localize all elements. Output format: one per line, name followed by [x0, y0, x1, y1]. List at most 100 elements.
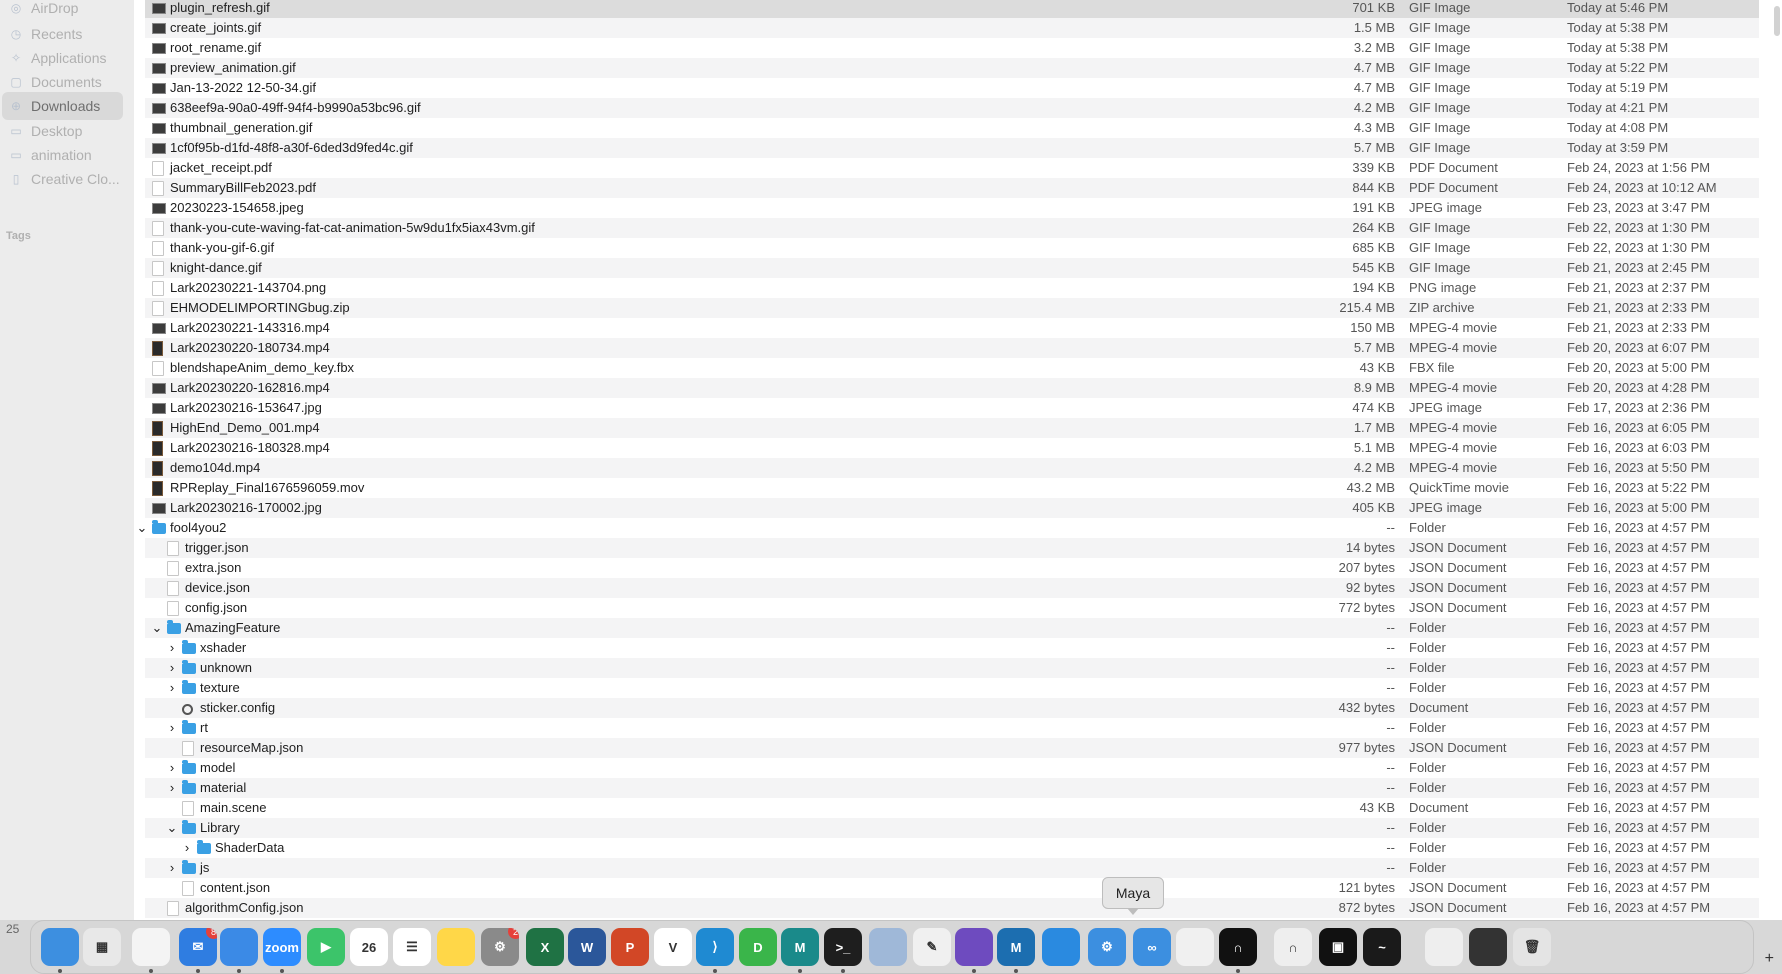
reminders-icon[interactable]: ☰	[393, 928, 431, 966]
disclosure-collapsed-icon[interactable]: ›	[166, 858, 178, 878]
file-row[interactable]: jacket_receipt.pdf 339 KB PDF Document Feb …	[145, 158, 1759, 178]
file-row[interactable]: › model -- Folder Feb 16, 2023 at 4:57 PM	[145, 758, 1759, 778]
file-row[interactable]: ⌄ Library -- Folder Feb 16, 2023 at 4:57 PM	[145, 818, 1759, 838]
github-icon[interactable]	[955, 928, 993, 966]
maya-alt-icon[interactable]: M	[997, 928, 1035, 966]
file-row[interactable]: Lark20230221-143316.mp4 150 MB MPEG-4 movi…	[145, 318, 1759, 338]
file-row[interactable]: › unknown -- Folder Feb 16, 2023 at 4:57 PM	[145, 658, 1759, 678]
file-row[interactable]: create_joints.gif 1.5 MB GIF Image Today at…	[145, 18, 1759, 38]
disclosure-collapsed-icon[interactable]: ›	[166, 718, 178, 738]
file-row[interactable]: main.scene 43 KB Document Feb 16, 2023 at 4…	[145, 798, 1759, 818]
sidebar-item-downloads[interactable]: ⊕ Downloads	[2, 92, 123, 120]
app-arch-icon[interactable]: ∩	[1219, 928, 1257, 966]
file-row[interactable]: Lark20230221-143704.png 194 KB PNG image Fe…	[145, 278, 1759, 298]
disclosure-expanded-icon[interactable]: ⌄	[151, 618, 163, 638]
app-v-icon[interactable]: V	[654, 928, 692, 966]
file-row[interactable]: content.json 121 bytes JSON Document Feb 16…	[145, 878, 1759, 898]
disclosure-collapsed-icon[interactable]: ›	[166, 638, 178, 658]
disclosure-collapsed-icon[interactable]: ›	[181, 838, 193, 858]
file-row[interactable]: › texture -- Folder Feb 16, 2023 at 4:57 PM	[145, 678, 1759, 698]
disclosure-collapsed-icon[interactable]: ›	[166, 758, 178, 778]
file-row[interactable]: thank-you-cute-waving-fat-cat-animation-…	[145, 218, 1759, 238]
maya-icon[interactable]: M	[781, 928, 819, 966]
file-row[interactable]: algorithmConfig.json 872 bytes JSON Docume…	[145, 898, 1759, 918]
file-row[interactable]: Jan-13-2022 12-50-34.gif 4.7 MB GIF Image T…	[145, 78, 1759, 98]
file-row[interactable]: plugin_refresh.gif 701 KB GIF Image Today a…	[145, 0, 1759, 18]
file-row[interactable]: knight-dance.gif 545 KB GIF Image Feb 21, 2…	[145, 258, 1759, 278]
terminal-icon[interactable]: >_	[824, 928, 862, 966]
folder-icon	[152, 520, 166, 534]
trash-icon[interactable]: 🗑	[1513, 928, 1551, 966]
file-row[interactable]: EHMODELIMPORTINGbug.zip 215.4 MB ZIP archi…	[145, 298, 1759, 318]
app-arch2-icon[interactable]: ∩	[1274, 928, 1312, 966]
file-row[interactable]: RPReplay_Final1676596059.mov 43.2 MB Quick…	[145, 478, 1759, 498]
powerpoint-icon[interactable]: P	[611, 928, 649, 966]
finder-icon[interactable]	[41, 928, 79, 966]
window1-icon[interactable]	[1425, 928, 1463, 966]
scrollbar[interactable]	[1774, 6, 1780, 36]
zoom-icon[interactable]: zoom	[263, 928, 301, 966]
file-row[interactable]: ⌄ AmazingFeature -- Folder Feb 16, 2023 at 4…	[145, 618, 1759, 638]
file-row[interactable]: Lark20230220-180734.mp4 5.7 MB MPEG-4 movi…	[145, 338, 1759, 358]
facetime-icon[interactable]: ▶	[307, 928, 345, 966]
file-size: --	[1386, 820, 1395, 835]
word-icon[interactable]: W	[568, 928, 606, 966]
file-row[interactable]: ⌄ fool4you2 -- Folder Feb 16, 2023 at 4:57 P…	[137, 518, 1759, 538]
app-blue3-icon[interactable]: ∞	[1133, 928, 1171, 966]
file-row[interactable]: Lark20230216-153647.jpg 474 KB JPEG image F…	[145, 398, 1759, 418]
file-row[interactable]: thank-you-gif-6.gif 685 KB GIF Image Feb 22…	[145, 238, 1759, 258]
file-row[interactable]: Lark20230216-180328.mp4 5.1 MB MPEG-4 movi…	[145, 438, 1759, 458]
calendar-icon[interactable]: 26	[350, 928, 388, 966]
mail-icon[interactable]: ✉ 8	[179, 928, 217, 966]
disclosure-collapsed-icon[interactable]: ›	[166, 658, 178, 678]
file-row[interactable]: 638eef9a-90a0-49ff-94f4-b9990a53bc96.gif…	[145, 98, 1759, 118]
file-row[interactable]: HighEnd_Demo_001.mp4 1.7 MB MPEG-4 movie Fe…	[145, 418, 1759, 438]
file-row[interactable]: blendshapeAnim_demo_key.fbx 43 KB FBX file…	[145, 358, 1759, 378]
textedit-icon[interactable]: ✎	[913, 928, 951, 966]
file-kind: JSON Document	[1409, 880, 1507, 895]
app-bird-icon[interactable]	[220, 928, 258, 966]
file-row[interactable]: device.json 92 bytes JSON Document Feb 16, …	[145, 578, 1759, 598]
file-row[interactable]: sticker.config 432 bytes Document Feb 16, 2…	[145, 698, 1759, 718]
file-row[interactable]: › material -- Folder Feb 16, 2023 at 4:57 PM	[145, 778, 1759, 798]
file-row[interactable]: SummaryBillFeb2023.pdf 844 KB PDF Document…	[145, 178, 1759, 198]
file-row[interactable]: trigger.json 14 bytes JSON Document Feb 16,…	[145, 538, 1759, 558]
window2-icon[interactable]	[1469, 928, 1507, 966]
file-row[interactable]: 20230223-154658.jpeg 191 KB JPEG image Feb …	[145, 198, 1759, 218]
disclosure-expanded-icon[interactable]: ⌄	[136, 518, 148, 538]
file-row[interactable]: config.json 772 bytes JSON Document Feb 16,…	[145, 598, 1759, 618]
file-row[interactable]: › js -- Folder Feb 16, 2023 at 4:57 PM	[145, 858, 1759, 878]
activity-monitor-icon[interactable]: ~	[1363, 928, 1401, 966]
system-preferences-icon[interactable]: ⚙ 2	[481, 928, 519, 966]
app-d-icon[interactable]: D	[739, 928, 777, 966]
file-row[interactable]: root_rename.gif 3.2 MB GIF Image Today at 5…	[145, 38, 1759, 58]
blender-icon[interactable]	[1176, 928, 1214, 966]
app-blue2-icon[interactable]: ⚙	[1088, 928, 1126, 966]
file-row[interactable]: Lark20230220-162816.mp4 8.9 MB MPEG-4 movi…	[145, 378, 1759, 398]
notes-icon[interactable]	[437, 928, 475, 966]
chrome-icon[interactable]	[132, 928, 170, 966]
app-screen-icon[interactable]: ▣	[1319, 928, 1357, 966]
file-row[interactable]: extra.json 207 bytes JSON Document Feb 16, …	[145, 558, 1759, 578]
app-blue1-icon[interactable]	[1042, 928, 1080, 966]
disclosure-collapsed-icon[interactable]: ›	[166, 778, 178, 798]
file-kind: MPEG-4 movie	[1409, 440, 1498, 455]
excel-icon[interactable]: X	[526, 928, 564, 966]
file-row[interactable]: demo104d.mp4 4.2 MB MPEG-4 movie Feb 16, 20…	[145, 458, 1759, 478]
vscode-icon[interactable]: ⟩	[696, 928, 734, 966]
launchpad-icon[interactable]: ▦	[83, 928, 121, 966]
file-row[interactable]: thumbnail_generation.gif 4.3 MB GIF Image T…	[145, 118, 1759, 138]
file-row[interactable]: Lark20230216-170002.jpg 405 KB JPEG image F…	[145, 498, 1759, 518]
disclosure-collapsed-icon[interactable]: ›	[166, 678, 178, 698]
file-row[interactable]: › xshader -- Folder Feb 16, 2023 at 4:57 PM	[145, 638, 1759, 658]
sidebar-item-airdrop[interactable]: ◎ AirDrop	[2, 0, 123, 22]
file-row[interactable]: resourceMap.json 977 bytes JSON Document Fe…	[145, 738, 1759, 758]
file-row[interactable]: preview_animation.gif 4.7 MB GIF Image Toda…	[145, 58, 1759, 78]
sidebar-item-creative-clo[interactable]: ▯ Creative Clo...	[2, 165, 123, 193]
file-row[interactable]: › ShaderData -- Folder Feb 16, 2023 at 4:57 …	[145, 838, 1759, 858]
file-row[interactable]: › rt -- Folder Feb 16, 2023 at 4:57 PM	[145, 718, 1759, 738]
document-icon	[167, 541, 179, 556]
preview-icon[interactable]	[869, 928, 907, 966]
file-row[interactable]: 1cf0f95b-d1fd-48f8-a30f-6ded3d9fed4c.gif…	[145, 138, 1759, 158]
disclosure-expanded-icon[interactable]: ⌄	[166, 818, 178, 838]
